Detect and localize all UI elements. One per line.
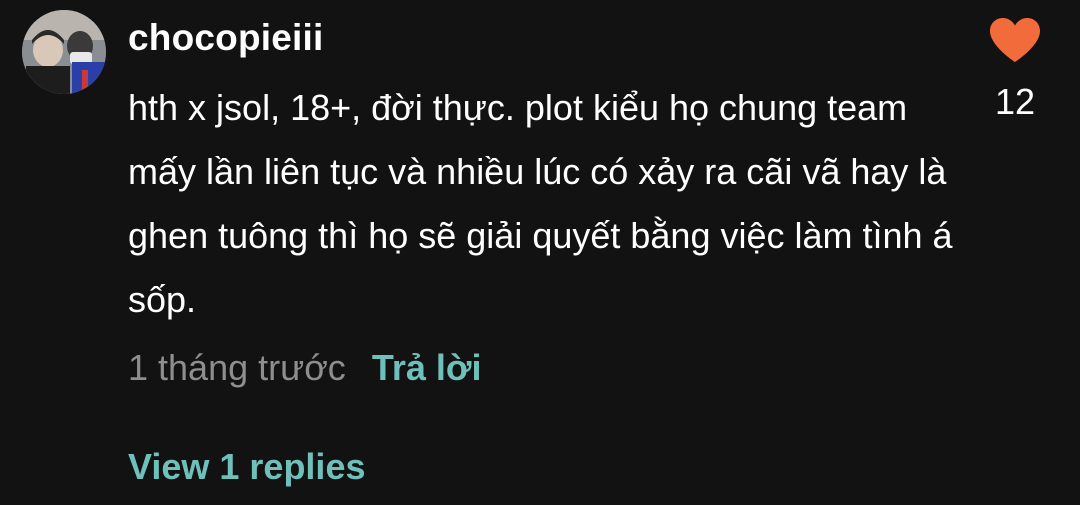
- reply-button[interactable]: Trả lời: [372, 347, 482, 389]
- like-area: 12: [980, 16, 1050, 124]
- username[interactable]: chocopieiii: [128, 12, 323, 64]
- avatar[interactable]: [22, 10, 106, 94]
- comment-meta: 1 tháng trước Trả lời: [128, 342, 481, 394]
- heart-icon[interactable]: [988, 16, 1042, 64]
- view-replies-button[interactable]: View 1 replies: [128, 441, 365, 493]
- like-count: 12: [994, 81, 1036, 122]
- timestamp: 1 tháng trước: [128, 347, 346, 388]
- comment-item: chocopieiii hth x jsol, 18+, đời thực. p…: [0, 0, 1080, 505]
- comment-text: hth x jsol, 18+, đời thực. plot kiểu họ …: [128, 87, 953, 320]
- avatar-image: [22, 10, 106, 94]
